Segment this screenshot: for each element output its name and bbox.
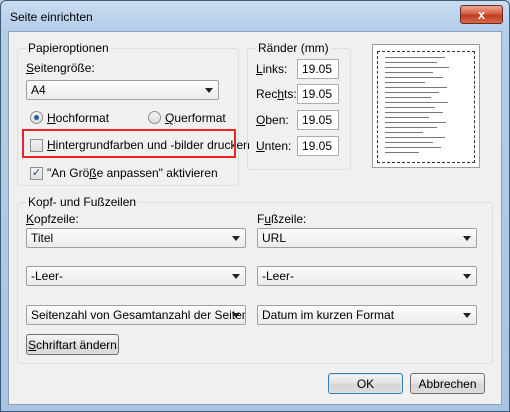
chevron-down-icon [232, 236, 240, 241]
margin-bottom-label: Unten: [256, 139, 292, 153]
cancel-label: Abbrechen [418, 376, 477, 391]
cancel-button[interactable]: Abbrechen [410, 373, 485, 394]
header-label: Kopfzeile: [26, 212, 79, 226]
preview-text-line [385, 107, 435, 108]
portrait-label[interactable]: Hochformat [47, 111, 109, 125]
margin-right-label: Rechts: [256, 87, 297, 101]
preview-text-line [385, 77, 443, 78]
change-font-label: Schriftart ändern [28, 337, 117, 352]
margins-legend: Ränder (mm) [256, 41, 331, 55]
margin-top-label: Oben: [256, 113, 289, 127]
header-select-3[interactable]: Seitenzahl von Gesamtanzahl der Seiten [26, 305, 246, 325]
header-select-2-value: -Leer- [31, 269, 64, 283]
preview-text-line [385, 112, 443, 113]
preview-text-line [385, 82, 425, 83]
header-footer-legend: Kopf- und Fußzeilen [26, 195, 139, 209]
header-select-2[interactable]: -Leer- [26, 266, 246, 286]
margin-top-input[interactable]: 19.05 [297, 110, 339, 130]
preview-text-line [385, 147, 441, 148]
chevron-down-icon [205, 88, 213, 93]
change-font-button[interactable]: Schriftart ändern [26, 334, 119, 355]
paper-size-label: Seitengröße: [26, 61, 95, 75]
chevron-down-icon [232, 313, 240, 318]
preview-text-line [385, 67, 449, 68]
page-setup-dialog: Seite einrichten x Papieroptionen Seiten… [0, 0, 510, 412]
landscape-label[interactable]: Querformat [165, 111, 226, 125]
shrink-to-fit-checkbox[interactable]: ✓ [30, 167, 43, 180]
preview-text-line [385, 132, 423, 133]
preview-text-line [385, 152, 419, 153]
footer-select-1[interactable]: URL [257, 228, 477, 248]
close-icon: x [477, 7, 486, 22]
preview-text-line [385, 72, 433, 73]
footer-select-3[interactable]: Datum im kurzen Format [257, 305, 477, 325]
dialog-body: Papieroptionen Seitengröße: A4 Hochforma… [8, 31, 502, 405]
chevron-down-icon [463, 313, 471, 318]
chevron-down-icon [463, 236, 471, 241]
footer-select-2-value: -Leer- [262, 269, 295, 283]
margin-bottom-input[interactable]: 19.05 [297, 136, 339, 156]
ok-label: OK [356, 376, 375, 391]
footer-label: Fußzeile: [257, 212, 307, 226]
chevron-down-icon [232, 274, 240, 279]
header-select-1[interactable]: Titel [26, 228, 246, 248]
preview-text-line [385, 142, 433, 143]
preview-text-line [385, 57, 445, 58]
landscape-radio[interactable] [148, 111, 161, 124]
paper-options-legend: Papieroptionen [26, 41, 111, 55]
ok-button[interactable]: OK [328, 373, 403, 394]
page-preview [372, 44, 480, 168]
portrait-radio[interactable] [30, 111, 43, 124]
footer-select-2[interactable]: -Leer- [257, 266, 477, 286]
margin-left-input[interactable]: 19.05 [297, 59, 339, 79]
footer-select-3-value: Datum im kurzen Format [262, 308, 395, 322]
paper-size-select[interactable]: A4 [26, 80, 219, 100]
header-select-3-value: Seitenzahl von Gesamtanzahl der Seiten [31, 308, 246, 322]
header-select-1-value: Titel [31, 231, 54, 245]
shrink-to-fit-label[interactable]: "An Größe anpassen" aktivieren [47, 166, 218, 180]
preview-text-line [385, 102, 448, 103]
footer-select-1-value: URL [262, 231, 287, 245]
preview-text-line [385, 62, 437, 63]
print-background-label[interactable]: Hintergrundfarben und -bilder drucken [47, 138, 250, 152]
preview-text-line [385, 117, 429, 118]
paper-size-value: A4 [31, 83, 46, 97]
window-title: Seite einrichten [10, 10, 93, 24]
margin-left-label: Links: [256, 62, 288, 76]
preview-text-line [385, 97, 431, 98]
preview-text-line [385, 92, 439, 93]
radio-selected-dot [34, 115, 39, 120]
preview-text-line [385, 127, 437, 128]
preview-text-line [385, 137, 445, 138]
print-background-checkbox[interactable] [30, 139, 43, 152]
margin-right-input[interactable]: 19.05 [297, 84, 339, 104]
close-button[interactable]: x [460, 5, 503, 24]
title-bar: Seite einrichten x [1, 1, 509, 31]
preview-text-line [385, 122, 446, 123]
chevron-down-icon [463, 274, 471, 279]
preview-text-line [385, 87, 447, 88]
